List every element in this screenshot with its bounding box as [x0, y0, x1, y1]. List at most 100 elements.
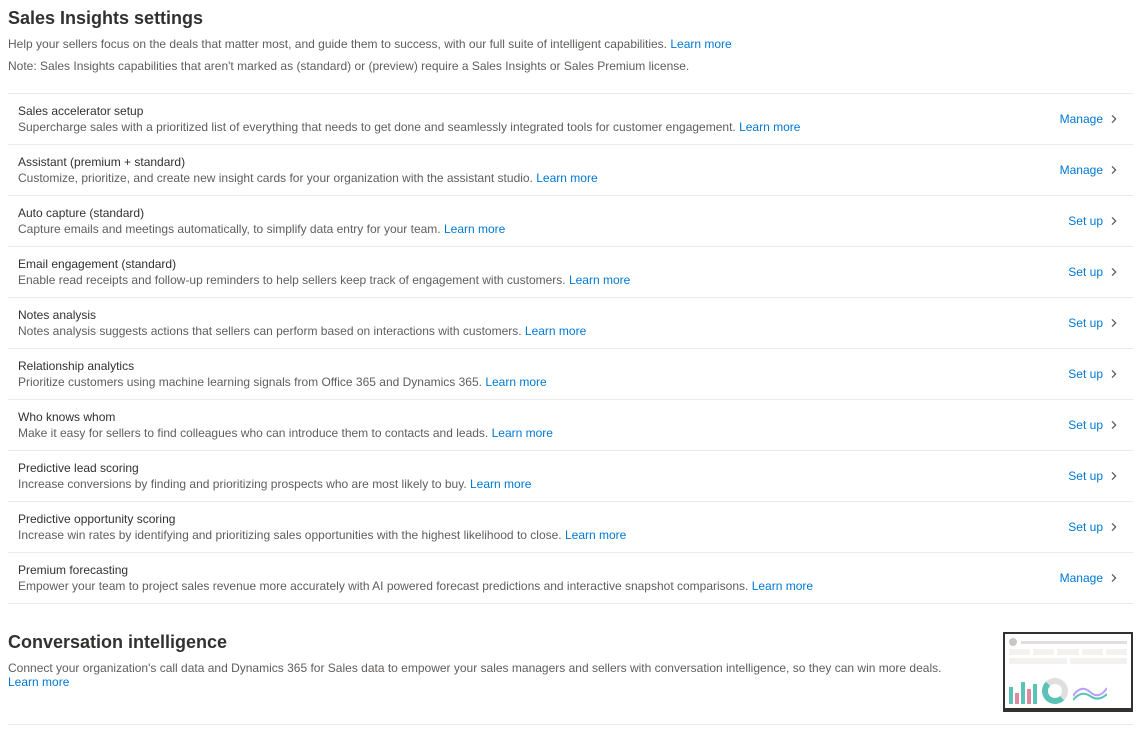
setting-row[interactable]: Assistant (premium + standard) Customize,…	[8, 145, 1133, 196]
manage-button[interactable]: Manage	[1060, 571, 1123, 585]
chevron-right-icon	[1109, 420, 1119, 430]
setting-description-text: Increase conversions by finding and prio…	[18, 477, 470, 491]
setting-left: Predictive opportunity scoring Increase w…	[18, 512, 1068, 542]
setting-learn-more-link[interactable]: Learn more	[752, 579, 813, 593]
setting-learn-more-link[interactable]: Learn more	[565, 528, 626, 542]
setting-left: Premium forecasting Empower your team to …	[18, 563, 1060, 593]
conversation-learn-more-link[interactable]: Learn more	[8, 675, 69, 689]
conversation-intelligence-section: Conversation intelligence Connect your o…	[8, 632, 1133, 725]
setting-title: Email engagement (standard)	[18, 257, 1048, 271]
setting-description-text: Supercharge sales with a prioritized lis…	[18, 120, 739, 134]
conversation-subtitle-text: Connect your organization's call data an…	[8, 661, 941, 675]
setting-left: Relationship analytics Prioritize custome…	[18, 359, 1068, 389]
page-title: Sales Insights settings	[8, 8, 1133, 29]
chevron-right-icon	[1109, 216, 1119, 226]
setting-row[interactable]: Notes analysis Notes analysis suggests ac…	[8, 298, 1133, 349]
action-label: Set up	[1068, 265, 1103, 279]
chevron-right-icon	[1109, 522, 1119, 532]
setting-title: Notes analysis	[18, 308, 1048, 322]
action-label: Set up	[1068, 316, 1103, 330]
conversation-subtitle: Connect your organization's call data an…	[8, 661, 973, 689]
setting-description-text: Increase win rates by identifying and pr…	[18, 528, 565, 542]
setting-left: Predictive lead scoring Increase conversi…	[18, 461, 1068, 491]
conversation-title: Conversation intelligence	[8, 632, 973, 653]
set-up-button[interactable]: Set up	[1068, 418, 1123, 432]
setting-left: Sales accelerator setup Supercharge sales…	[18, 104, 1060, 134]
setting-row[interactable]: Predictive opportunity scoring Increase w…	[8, 502, 1133, 553]
setting-description-text: Empower your team to project sales reven…	[18, 579, 752, 593]
conversation-left: Conversation intelligence Connect your o…	[8, 632, 1003, 701]
setting-learn-more-link[interactable]: Learn more	[525, 324, 586, 338]
setting-description: Prioritize customers using machine learn…	[18, 375, 1048, 389]
setting-learn-more-link[interactable]: Learn more	[739, 120, 800, 134]
setting-left: Assistant (premium + standard) Customize,…	[18, 155, 1060, 185]
setting-learn-more-link[interactable]: Learn more	[492, 426, 553, 440]
setting-description: Capture emails and meetings automaticall…	[18, 222, 1048, 236]
setting-description-text: Notes analysis suggests actions that sel…	[18, 324, 525, 338]
setting-learn-more-link[interactable]: Learn more	[536, 171, 597, 185]
setting-row[interactable]: Auto capture (standard) Capture emails an…	[8, 196, 1133, 247]
setting-title: Auto capture (standard)	[18, 206, 1048, 220]
setting-title: Predictive opportunity scoring	[18, 512, 1048, 526]
chevron-right-icon	[1109, 471, 1119, 481]
setting-description-text: Capture emails and meetings automaticall…	[18, 222, 444, 236]
page-subtitle: Help your sellers focus on the deals tha…	[8, 37, 1133, 51]
setting-row[interactable]: Predictive lead scoring Increase conversi…	[8, 451, 1133, 502]
setting-description: Empower your team to project sales reven…	[18, 579, 1040, 593]
setting-title: Sales accelerator setup	[18, 104, 1040, 118]
setting-left: Auto capture (standard) Capture emails an…	[18, 206, 1068, 236]
header-learn-more-link[interactable]: Learn more	[670, 37, 731, 51]
chevron-right-icon	[1109, 369, 1119, 379]
setting-description-text: Make it easy for sellers to find colleag…	[18, 426, 492, 440]
setting-description: Enable read receipts and follow-up remin…	[18, 273, 1048, 287]
settings-list: Sales accelerator setup Supercharge sales…	[8, 93, 1133, 604]
chevron-right-icon	[1109, 573, 1119, 583]
setting-row[interactable]: Sales accelerator setup Supercharge sales…	[8, 94, 1133, 145]
page-note: Note: Sales Insights capabilities that a…	[8, 59, 1133, 73]
setting-learn-more-link[interactable]: Learn more	[485, 375, 546, 389]
setting-left: Email engagement (standard) Enable read r…	[18, 257, 1068, 287]
set-up-button[interactable]: Set up	[1068, 316, 1123, 330]
manage-button[interactable]: Manage	[1060, 112, 1123, 126]
setting-learn-more-link[interactable]: Learn more	[470, 477, 531, 491]
setting-title: Assistant (premium + standard)	[18, 155, 1040, 169]
page-header: Sales Insights settings Help your seller…	[8, 8, 1133, 73]
setting-description: Increase win rates by identifying and pr…	[18, 528, 1048, 542]
setting-description: Supercharge sales with a prioritized lis…	[18, 120, 1040, 134]
set-up-button[interactable]: Set up	[1068, 367, 1123, 381]
setting-title: Premium forecasting	[18, 563, 1040, 577]
action-label: Set up	[1068, 418, 1103, 432]
setting-title: Predictive lead scoring	[18, 461, 1048, 475]
action-label: Set up	[1068, 367, 1103, 381]
setting-row[interactable]: Premium forecasting Empower your team to …	[8, 553, 1133, 604]
setting-learn-more-link[interactable]: Learn more	[569, 273, 630, 287]
chevron-right-icon	[1109, 318, 1119, 328]
setting-row[interactable]: Who knows whom Make it easy for sellers t…	[8, 400, 1133, 451]
setting-left: Notes analysis Notes analysis suggests ac…	[18, 308, 1068, 338]
setting-row[interactable]: Email engagement (standard) Enable read r…	[8, 247, 1133, 298]
set-up-button[interactable]: Set up	[1068, 214, 1123, 228]
setting-title: Relationship analytics	[18, 359, 1048, 373]
setting-description: Make it easy for sellers to find colleag…	[18, 426, 1048, 440]
setting-description-text: Enable read receipts and follow-up remin…	[18, 273, 569, 287]
setting-title: Who knows whom	[18, 410, 1048, 424]
set-up-button[interactable]: Set up	[1068, 265, 1123, 279]
setting-row[interactable]: Relationship analytics Prioritize custome…	[8, 349, 1133, 400]
setting-description-text: Customize, prioritize, and create new in…	[18, 171, 536, 185]
page-subtitle-text: Help your sellers focus on the deals tha…	[8, 37, 667, 51]
setting-description: Notes analysis suggests actions that sel…	[18, 324, 1048, 338]
set-up-button[interactable]: Set up	[1068, 469, 1123, 483]
chevron-right-icon	[1109, 267, 1119, 277]
action-label: Manage	[1060, 163, 1103, 177]
action-label: Set up	[1068, 214, 1103, 228]
manage-button[interactable]: Manage	[1060, 163, 1123, 177]
setting-description-text: Prioritize customers using machine learn…	[18, 375, 485, 389]
setting-description: Customize, prioritize, and create new in…	[18, 171, 1040, 185]
setting-learn-more-link[interactable]: Learn more	[444, 222, 505, 236]
conversation-illustration	[1003, 632, 1133, 712]
chevron-right-icon	[1109, 114, 1119, 124]
set-up-button[interactable]: Set up	[1068, 520, 1123, 534]
setting-left: Who knows whom Make it easy for sellers t…	[18, 410, 1068, 440]
action-label: Set up	[1068, 469, 1103, 483]
chevron-right-icon	[1109, 165, 1119, 175]
